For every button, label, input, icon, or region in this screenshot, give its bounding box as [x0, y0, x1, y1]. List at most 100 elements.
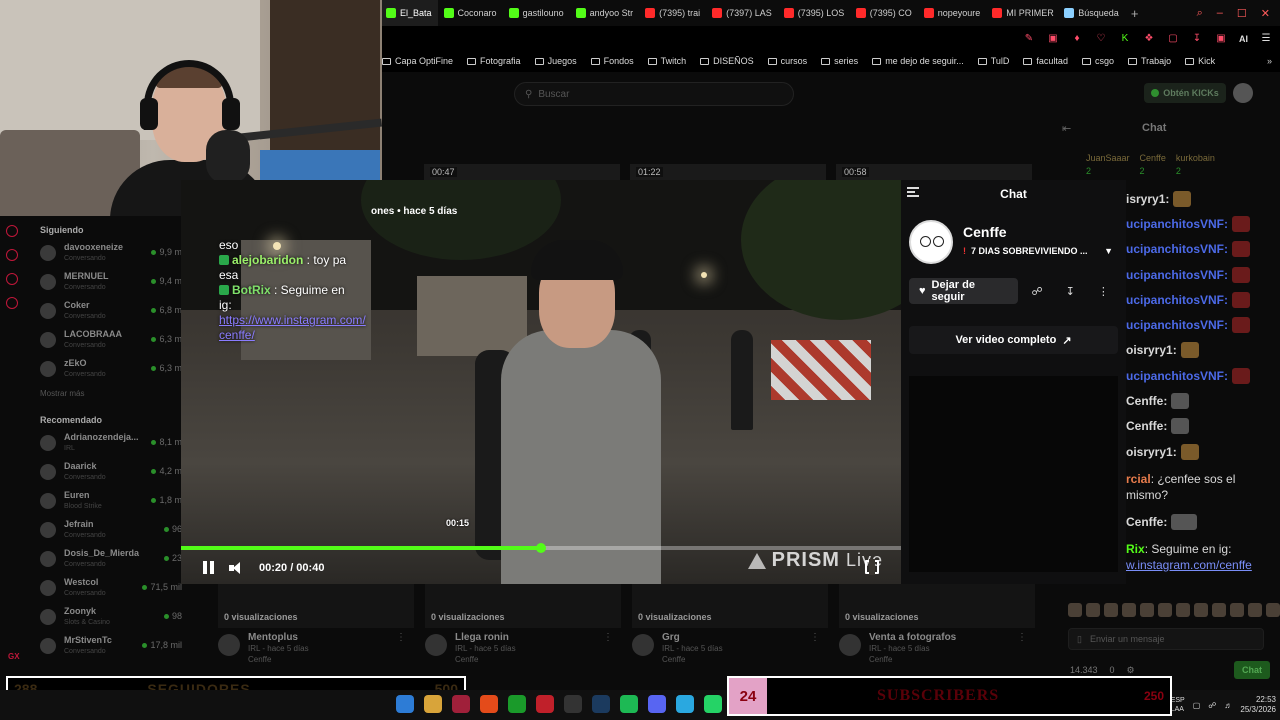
brave-icon[interactable]	[480, 695, 498, 713]
stream-title-dropdown[interactable]: ! 7 DIAS SOBREVIVIENDO ... ▼	[963, 246, 1113, 256]
clip-author[interactable]: Cenffe	[662, 654, 723, 665]
menu-icon[interactable]: ☰	[1260, 33, 1272, 45]
more-options-icon[interactable]: ⋮	[603, 632, 613, 643]
screenshot-icon[interactable]: ▣	[1047, 33, 1059, 45]
clip-title[interactable]: Llega ronin	[455, 632, 516, 643]
chat-link[interactable]: w.instagram.com/cenffe	[1126, 558, 1252, 572]
browser-tab[interactable]: andyoo Str	[570, 0, 640, 26]
bookmark-folder[interactable]: cursos	[767, 56, 807, 66]
discord-icon[interactable]	[648, 695, 666, 713]
more-options-icon[interactable]: ⋮	[810, 632, 820, 643]
new-tab-button[interactable]: +	[1125, 6, 1145, 21]
fullscreen-icon[interactable]	[865, 559, 879, 575]
file-explorer-icon[interactable]	[424, 695, 442, 713]
top-gifter[interactable]: JuanSaaar 2	[1086, 152, 1130, 178]
sidebar-channel[interactable]: LACOBRAAA Conversando 6,3 m	[32, 325, 182, 354]
collapse-panel-icon[interactable]	[907, 187, 919, 199]
following-icon[interactable]	[6, 225, 18, 237]
clip-author[interactable]: Cenffe	[248, 654, 309, 665]
clip-thumb[interactable]: 00:47	[424, 164, 620, 180]
app-icon[interactable]	[676, 695, 694, 713]
channel-name[interactable]: Cenffe	[963, 224, 1113, 240]
sidebar-channel[interactable]: Zoonyk Slots & Casino 98	[32, 602, 182, 631]
emote[interactable]	[1266, 603, 1280, 617]
chat-send-button[interactable]: Chat	[1234, 661, 1270, 679]
bookmark-folder[interactable]: Capa OptiFine	[382, 56, 453, 66]
sidebar-channel[interactable]: MERNUEL Conversando 9,4 m	[32, 267, 182, 296]
search-bar[interactable]: ⚲ Buscar	[514, 82, 794, 106]
browser-tab[interactable]: MI PRIMER	[986, 0, 1058, 26]
emote[interactable]	[1230, 603, 1244, 617]
browser-tab[interactable]: nopeyoure	[918, 0, 987, 26]
sidebar-channel[interactable]: Westcol Conversando 71,5 mil	[32, 573, 182, 602]
sidebar-channel[interactable]: Coker Conversando 6,8 m	[32, 296, 182, 325]
clip-author[interactable]: Cenffe	[869, 654, 956, 665]
epic-games-icon[interactable]	[564, 695, 582, 713]
clip-video-player[interactable]: ones • hace 5 días eso alejobaridon : to…	[181, 180, 901, 584]
progress-bar[interactable]	[181, 543, 901, 553]
bookmark-folder[interactable]: csgo	[1081, 56, 1114, 66]
top-gifter[interactable]: Cenffe 2	[1140, 152, 1166, 178]
chat-username[interactable]: rcial	[1126, 472, 1151, 486]
ai-button[interactable]: AI	[1239, 34, 1248, 44]
monitor-icon[interactable]: ▢	[1193, 701, 1201, 710]
clip-author-avatar[interactable]	[632, 634, 654, 656]
app-icon[interactable]	[536, 695, 554, 713]
minimize-icon[interactable]: –	[1217, 7, 1223, 20]
more-options-icon[interactable]: ⋮	[1017, 632, 1027, 643]
speaker-icon[interactable]: ♬	[1224, 701, 1232, 710]
network-icon[interactable]: ☍	[1208, 701, 1216, 710]
bookmark-folder[interactable]: series	[821, 56, 858, 66]
download-icon[interactable]: ↧	[1056, 278, 1085, 304]
extension-icon[interactable]: ✎	[1023, 33, 1035, 45]
xbox-icon[interactable]	[508, 695, 526, 713]
bookmark-folder[interactable]: Trabajo	[1127, 56, 1171, 66]
sidebar-channel[interactable]: Dosis_De_Mierda Conversando 23	[32, 544, 182, 573]
clip-thumbnail[interactable]: 0 visualizaciones	[839, 584, 1035, 628]
sidebar-channel[interactable]: Euren Blood Strike 1,8 m	[32, 486, 182, 515]
bookmark-folder[interactable]: DISEÑOS	[700, 56, 754, 66]
bookmark-folder[interactable]: Kick	[1185, 56, 1215, 66]
chat-username[interactable]: ucipanchitosVNF:	[1126, 318, 1228, 332]
emote[interactable]	[1086, 603, 1100, 617]
chat-username[interactable]: ucipanchitosVNF:	[1126, 293, 1228, 307]
bookmark-folder[interactable]: me dejo de seguir...	[872, 56, 964, 66]
wallet-icon[interactable]: ▣	[1215, 33, 1227, 45]
chat-username[interactable]: oisryry1:	[1126, 343, 1177, 357]
puzzle-icon[interactable]: ❖	[1143, 33, 1155, 45]
chat-username[interactable]: Cenffe:	[1126, 419, 1167, 433]
sidebar-channel[interactable]: Adrianozendeja... IRL 8,1 m	[32, 428, 182, 457]
start-icon[interactable]	[396, 695, 414, 713]
channel-avatar[interactable]	[909, 220, 953, 264]
sidebar-channel[interactable]: Jefrain Conversando 96	[32, 515, 182, 544]
chat-username[interactable]: Cenffe:	[1126, 515, 1167, 529]
chat-username[interactable]: Rix	[1126, 542, 1145, 556]
chat-username[interactable]: ucipanchitosVNF:	[1126, 369, 1228, 383]
clip-title[interactable]: Grg	[662, 632, 723, 643]
clip-author-avatar[interactable]	[425, 634, 447, 656]
browser-tab[interactable]: Búsqueda	[1058, 0, 1125, 26]
bookmark-folder[interactable]: Twitch	[647, 56, 686, 66]
clip-card[interactable]: 0 visualizaciones Mentoplus IRL - hace 5 d…	[218, 584, 414, 665]
chat-username[interactable]: isryry1:	[1126, 192, 1169, 206]
more-options-icon[interactable]: ⋮	[396, 632, 406, 643]
opera-gx-icon[interactable]	[452, 695, 470, 713]
history-icon[interactable]	[6, 249, 18, 261]
bookmark-folder[interactable]: TulD	[977, 56, 1009, 66]
browser-tab[interactable]: (7397) LAS	[706, 0, 778, 26]
heart-icon[interactable]: ♡	[1095, 33, 1107, 45]
share-icon[interactable]: ☍	[1022, 278, 1051, 304]
clip-author-avatar[interactable]	[839, 634, 861, 656]
emote[interactable]	[1122, 603, 1136, 617]
browser-tab[interactable]: El_Bata	[380, 0, 438, 26]
maximize-icon[interactable]: ☐	[1237, 7, 1247, 20]
emote[interactable]	[1158, 603, 1172, 617]
browser-tab[interactable]: Coconaro	[438, 0, 503, 26]
more-options-icon[interactable]: ⋮	[1089, 278, 1118, 304]
clip-title[interactable]: Mentoplus	[248, 632, 309, 643]
clip-author[interactable]: Cenffe	[455, 654, 516, 665]
show-more-link[interactable]: Mostrar más	[32, 383, 182, 412]
clip-thumb[interactable]: 01:22	[630, 164, 826, 180]
bookmark-folder[interactable]: Juegos	[534, 56, 577, 66]
volume-icon[interactable]	[229, 561, 245, 575]
